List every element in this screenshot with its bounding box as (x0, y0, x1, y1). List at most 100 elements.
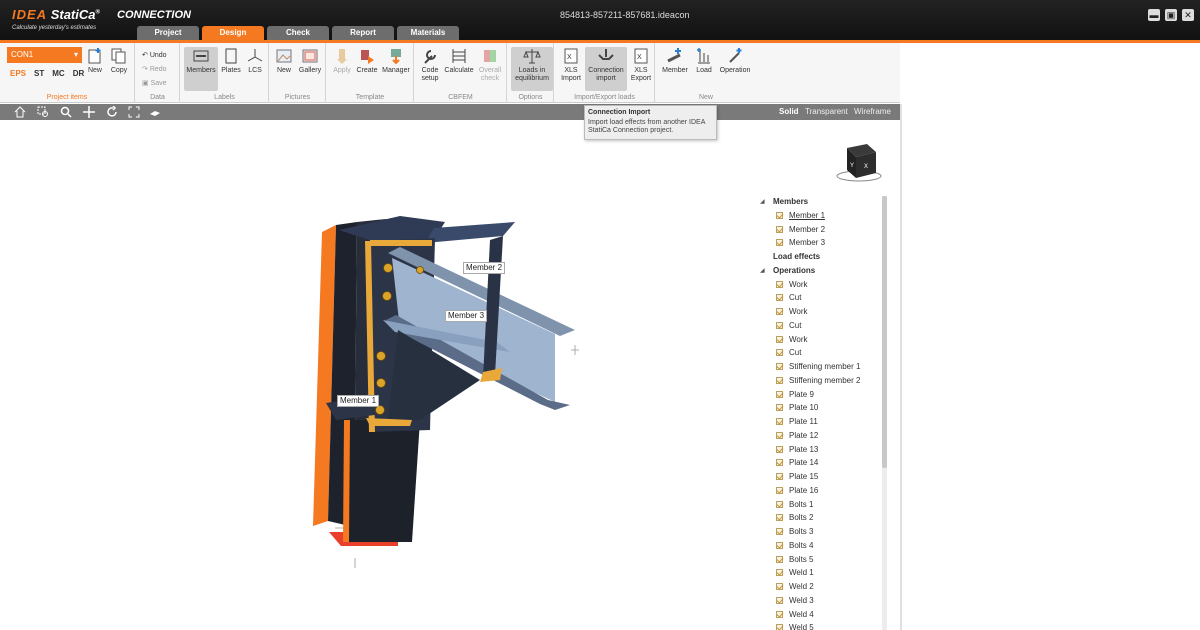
checkbox-icon[interactable] (776, 211, 783, 219)
tree-operation-item[interactable]: Weld 1 (776, 568, 814, 580)
home-icon[interactable] (14, 106, 26, 118)
new-operation-button[interactable]: Operation (717, 47, 753, 75)
labels-plates-button[interactable]: Plates (220, 47, 242, 75)
checkbox-icon[interactable] (776, 349, 783, 357)
tree-member-item[interactable]: Member 3 (776, 238, 825, 250)
zoom-extents-icon[interactable] (128, 106, 140, 118)
loads-in-equilibrium-toggle[interactable]: Loads in equilibrium (511, 47, 553, 91)
labels-lcs-button[interactable]: LCS (244, 47, 266, 75)
member-1-label[interactable]: Member 1 (337, 395, 380, 407)
render-transparent[interactable]: Transparent (805, 107, 848, 116)
checkbox-icon[interactable] (776, 431, 783, 439)
tree-operation-item[interactable]: Cut (776, 293, 801, 305)
checkbox-icon[interactable] (776, 225, 783, 233)
minimize-button[interactable]: ▬ (1148, 9, 1160, 21)
view-style-icon[interactable] (149, 106, 161, 118)
tree-operation-item[interactable]: Stiffening member 1 (776, 362, 860, 374)
checkbox-icon[interactable] (776, 528, 783, 535)
checkbox-icon[interactable] (776, 624, 783, 630)
code-setup-button[interactable]: Code setup (418, 47, 442, 83)
checkbox-icon[interactable] (776, 376, 783, 384)
member-2-label[interactable]: Member 2 (463, 262, 506, 274)
tree-operation-item[interactable]: Cut (776, 348, 801, 360)
tree-operation-item[interactable]: Plate 16 (776, 486, 818, 498)
apply-template-button[interactable]: Apply (330, 47, 354, 75)
tree-operation-item[interactable]: Weld 2 (776, 582, 814, 594)
checkbox-icon[interactable] (776, 596, 783, 604)
zoom-icon[interactable] (60, 106, 72, 118)
rotate-icon[interactable] (106, 106, 118, 118)
checkbox-icon[interactable] (776, 500, 783, 508)
tree-member-item[interactable]: Member 1 (776, 211, 825, 223)
member-3-label[interactable]: Member 3 (445, 310, 488, 322)
tree-operation-item[interactable]: Bolts 4 (776, 541, 813, 553)
create-template-button[interactable]: Create (355, 47, 379, 75)
tree-operation-item[interactable]: Weld 4 (776, 610, 814, 622)
checkbox-icon[interactable] (776, 445, 783, 453)
checkbox-icon[interactable] (776, 583, 783, 590)
xls-export-button[interactable]: X XLS Export (628, 47, 654, 83)
checkbox-icon[interactable] (776, 486, 783, 494)
checkbox-icon[interactable] (776, 569, 783, 577)
tree-load-effects[interactable]: Load effects (773, 252, 820, 261)
calculate-button[interactable]: Calculate (443, 47, 475, 75)
checkbox-icon[interactable] (776, 363, 783, 370)
tab-materials[interactable]: Materials (397, 26, 459, 40)
connection-select[interactable]: CON1 ▾ (7, 47, 82, 63)
render-solid[interactable]: Solid (779, 107, 799, 116)
tree-operation-item[interactable]: Plate 9 (776, 390, 814, 402)
checkbox-icon[interactable] (776, 280, 783, 288)
tree-operation-item[interactable]: Cut (776, 321, 801, 333)
gallery-button[interactable]: Gallery (297, 47, 323, 75)
tree-operation-item[interactable]: Plate 11 (776, 417, 818, 429)
tree-operation-item[interactable]: Bolts 1 (776, 500, 813, 512)
mode-st[interactable]: ST (34, 69, 44, 78)
checkbox-icon[interactable] (776, 473, 783, 480)
tab-check[interactable]: Check (267, 26, 329, 40)
tree-operation-item[interactable]: Plate 12 (776, 431, 818, 443)
checkbox-icon[interactable] (776, 335, 783, 343)
tab-report[interactable]: Report (332, 26, 394, 40)
copy-connection-button[interactable]: Copy (108, 47, 130, 75)
tree-operation-item[interactable]: Bolts 3 (776, 527, 813, 539)
checkbox-icon[interactable] (776, 321, 783, 329)
tree-operation-item[interactable]: Bolts 5 (776, 555, 813, 567)
undo-button[interactable]: ↶ Undo (142, 51, 167, 59)
new-connection-button[interactable]: New (86, 47, 104, 75)
checkbox-icon[interactable] (776, 404, 783, 412)
tree-operations-header[interactable]: Operations (773, 266, 815, 275)
tree-operation-item[interactable]: Work (776, 307, 808, 319)
checkbox-icon[interactable] (776, 541, 783, 549)
checkbox-icon[interactable] (776, 555, 783, 563)
tree-operation-item[interactable]: Bolts 2 (776, 513, 813, 525)
close-button[interactable]: ✕ (1182, 9, 1194, 21)
template-manager-button[interactable]: Manager (380, 47, 412, 75)
labels-members-button[interactable]: Members (184, 47, 218, 91)
tree-members-header[interactable]: Members (773, 197, 808, 206)
tree-operation-item[interactable]: Plate 13 (776, 445, 818, 457)
connection-import-button[interactable]: Connection import (585, 47, 627, 91)
tree-operation-item[interactable]: Work (776, 335, 808, 347)
new-load-button[interactable]: Load (693, 47, 715, 75)
checkbox-icon[interactable] (776, 390, 783, 398)
save-button[interactable]: ▣ Save (142, 79, 167, 87)
zoom-window-icon[interactable] (37, 106, 49, 118)
xls-import-button[interactable]: X XLS Import (558, 47, 584, 83)
checkbox-icon[interactable] (776, 459, 783, 467)
tree-operation-item[interactable]: Plate 15 (776, 472, 818, 484)
tree-operation-item[interactable]: Weld 3 (776, 596, 814, 608)
tree-operation-item[interactable]: Work (776, 280, 808, 292)
tab-project[interactable]: Project (137, 26, 199, 40)
tab-design[interactable]: Design (202, 26, 264, 40)
overall-check-button[interactable]: Overall check (476, 47, 504, 83)
tree-operation-item[interactable]: Stiffening member 2 (776, 376, 860, 388)
mode-eps[interactable]: EPS (10, 69, 26, 78)
pan-icon[interactable] (83, 106, 95, 118)
checkbox-icon[interactable] (776, 308, 783, 315)
maximize-button[interactable]: ▣ (1165, 9, 1177, 21)
checkbox-icon[interactable] (776, 418, 783, 425)
checkbox-icon[interactable] (776, 239, 783, 247)
checkbox-icon[interactable] (776, 514, 783, 522)
tree-operation-item[interactable]: Plate 10 (776, 403, 818, 415)
navigation-cube[interactable]: Y X (831, 140, 883, 184)
